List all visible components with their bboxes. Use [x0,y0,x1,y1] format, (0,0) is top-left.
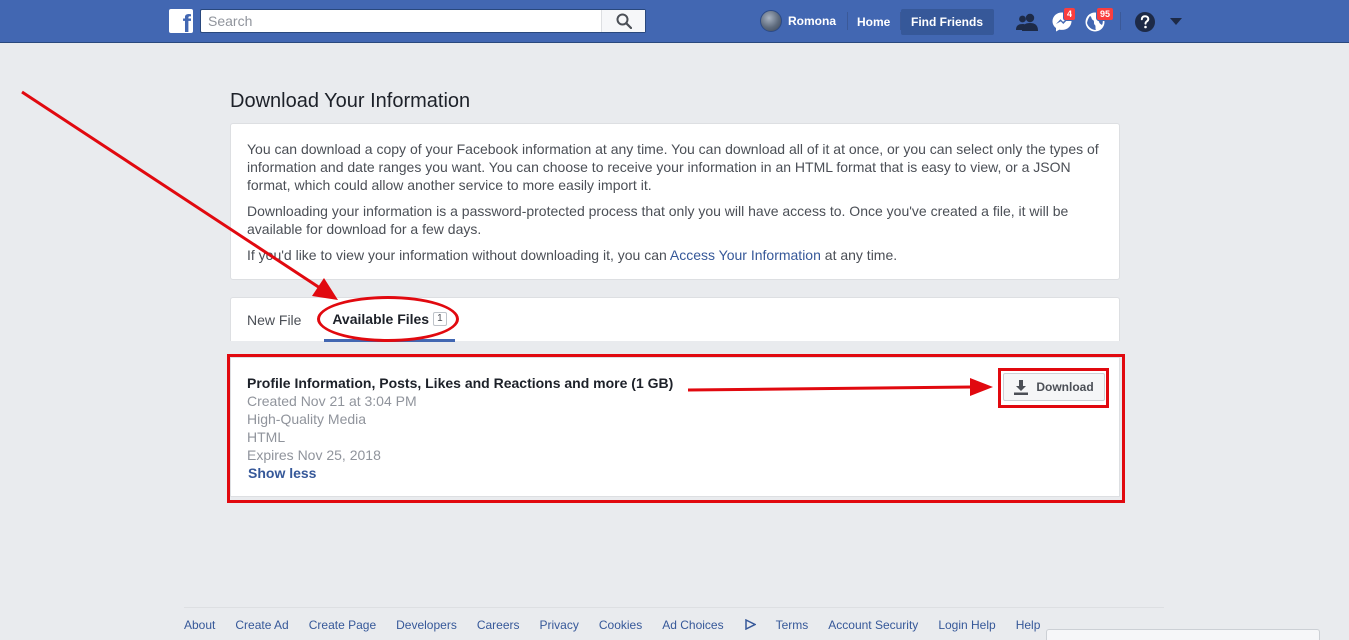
avatar [760,10,782,32]
home-link[interactable]: Home [847,9,900,35]
notifications-count-badge: 95 [1096,7,1115,21]
footer-link-careers[interactable]: Careers [477,618,520,632]
tab-new-file[interactable]: New File [247,298,301,342]
profile-link[interactable]: Romona [760,9,836,33]
intro-text: If you'd like to view your information w… [247,247,670,263]
footer-link-label: Ad Choices [662,618,724,632]
footer-link-create-page[interactable]: Create Page [309,618,376,632]
notifications-button[interactable]: 95 [1083,7,1115,34]
caret-down-icon [1170,18,1182,25]
footer-link-account-security[interactable]: Account Security [828,618,918,632]
page-title: Download Your Information [230,90,471,112]
nav-divider [1120,12,1121,30]
footer-divider [184,607,1164,608]
access-your-information-link[interactable]: Access Your Information [670,247,821,263]
search-icon [616,13,632,29]
ad-choices-icon [744,618,757,631]
find-friends-link[interactable]: Find Friends [901,9,994,35]
intro-paragraph: You can download a copy of your Facebook… [247,141,1099,193]
footer-link-developers[interactable]: Developers [396,618,457,632]
intro-text: at any time. [820,247,898,263]
quick-help-button[interactable] [1133,10,1157,34]
top-navigation-bar: f Romona Home Find Friends 4 [0,0,1349,43]
annotation-rectangle [227,354,1125,503]
messages-count-badge: 4 [1063,7,1077,21]
intro-paragraph: If you'd like to view your information w… [247,246,1103,264]
footer-link-help[interactable]: Help [1016,618,1041,632]
annotation-ellipse [317,296,459,342]
footer-link-create-ad[interactable]: Create Ad [235,618,288,632]
facebook-logo-icon[interactable]: f [169,9,193,33]
search-input[interactable] [201,10,601,32]
footer-link-about[interactable]: About [184,618,215,632]
footer-links: About Create Ad Create Page Developers C… [184,618,1060,632]
annotation-rectangle [998,368,1109,408]
intro-paragraph: Downloading your information is a passwo… [247,203,1069,237]
chat-sidebar-tab[interactable] [1046,629,1320,640]
footer-link-privacy[interactable]: Privacy [540,618,579,632]
footer-link-cookies[interactable]: Cookies [599,618,642,632]
account-menu-button[interactable] [1164,10,1188,34]
friends-icon [1016,13,1038,31]
messages-button[interactable]: 4 [1050,7,1077,34]
info-panel: You can download a copy of your Facebook… [230,123,1120,280]
help-question-icon [1135,12,1155,32]
footer-link-login-help[interactable]: Login Help [938,618,995,632]
search-button[interactable] [601,10,645,32]
profile-name: Romona [788,14,836,28]
search-box [200,9,646,33]
friend-requests-button[interactable] [1015,10,1039,34]
footer-link-ad-choices[interactable]: Ad Choices [662,618,757,632]
footer-link-terms[interactable]: Terms [776,618,809,632]
